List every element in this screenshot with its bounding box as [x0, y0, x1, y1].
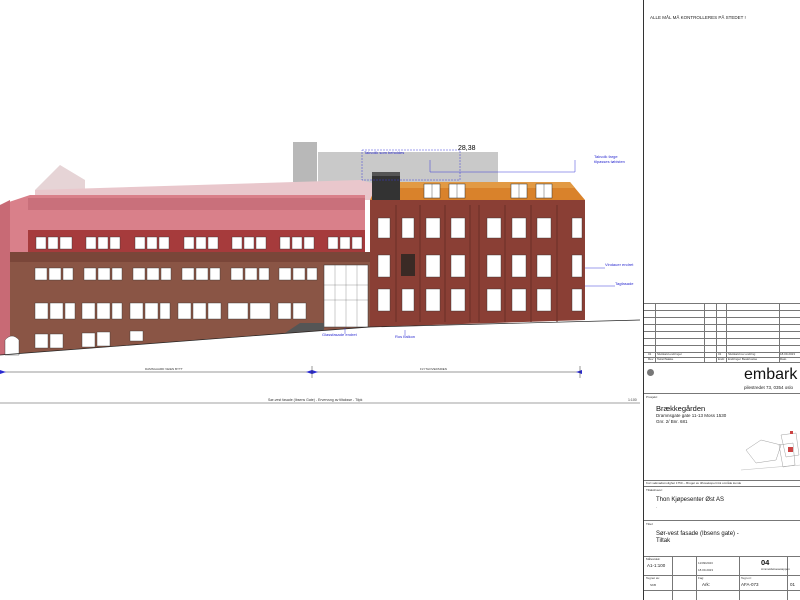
callout-glass-facade: Glassfasade endret [322, 332, 357, 337]
client-name: Thon Kjøpesenter Øst AS [656, 497, 725, 503]
rev-r-header-date: Dato [780, 357, 787, 361]
site-map-thumbnail [741, 431, 800, 471]
company-address: pilestredet 73, 0354 oslo [744, 385, 794, 390]
rev-1-number: 01 [648, 352, 652, 356]
elevation-drawing: 28,38 Takvolik som beholdes Takvolk farg… [0, 0, 640, 600]
dimension-label-left: DAMSGAARD VEIEN BYTT [145, 367, 183, 371]
chimney-block [372, 172, 400, 200]
discipline-value: Ark: [702, 582, 711, 587]
drawing-type-note: Kort søknadsmulighet 1750 -- Bruget av t… [646, 481, 742, 485]
drawing-number: AFA-073 [741, 582, 759, 587]
verify-notice: ALLE MÅL MÅ KONTROLLERES PÅ STEDET ! [650, 15, 746, 20]
company-logo-dot-icon [647, 369, 654, 376]
callout-balcony: Ros balkon [395, 334, 416, 339]
drawing-scale-note: 1:100 [628, 398, 637, 402]
drawn-value: SKB [650, 583, 657, 587]
existing-stair-tower [293, 142, 317, 182]
title-line-2: Tiltak [656, 538, 671, 544]
dimension-label-right: FLYTHOVEDSIDEN [420, 367, 447, 371]
revision-number: 01 [790, 582, 796, 587]
project-label: Prosjekt: [646, 395, 658, 399]
phase-number: 04 [761, 558, 770, 567]
rev-header-desc: Tekst/Nakke [657, 357, 674, 361]
discipline-label: Fag: [698, 576, 705, 580]
callout-roof-top: Takvolik som beholdes [364, 150, 405, 155]
rev-r-1-date: 18.09.2023 [780, 352, 796, 356]
balcony-door [401, 254, 415, 276]
rev-r-1-number: 01 [718, 352, 722, 356]
callout-window-change: Vindauer endret [605, 262, 634, 267]
title-label: Tittel: [646, 522, 654, 526]
company-name: embark [744, 366, 798, 383]
phase-label: Ammeldelsesetappen [761, 567, 790, 571]
rev-r-1-desc: Sluttkald rev endring [728, 352, 756, 356]
project-gnr: Gnr. 2/ Bnr. 681 [656, 419, 688, 424]
project-name: Brækkegården [656, 404, 706, 413]
facade-elevation-svg [0, 142, 640, 404]
elevation-mark: 28,38 [458, 145, 476, 152]
title-block: ALLE MÅL MÅ KONTROLLERES PÅ STEDET ! 01 … [643, 0, 800, 600]
callout-roof-facade: Tagfasade [615, 281, 634, 286]
client-label: Tiltakshaver: [646, 488, 663, 492]
rev-1-desc: Sluttkald endringer [657, 352, 683, 356]
callout-facade-color-2: tilpasses tøbisten [594, 159, 625, 164]
date-1: 11/09/2023 [698, 561, 713, 565]
project-address: Dramnsgate gate 11-13 Moss 1530 [656, 413, 727, 418]
drawing-number-label: Tegn.nr: [741, 576, 752, 580]
drawn-label: Tegnet av: [646, 576, 660, 580]
drawing-caption: Sør-vest fasade (Ibsens Gate) - Ervervsn… [268, 398, 363, 402]
rev-r-header-number: Endr. [718, 357, 726, 361]
title-line-1: Sør-vest fasade (Ibsens gate) - [656, 531, 739, 537]
rev-header-number: Rev [648, 357, 654, 361]
arched-door [4, 335, 20, 356]
scale-value: A1-1:100 [647, 563, 666, 568]
date-2: 18.09.2023 [698, 568, 714, 572]
rev-r-header-desc: Endringer Beskrivelse [728, 357, 758, 361]
scale-label: Målestokk: [646, 557, 661, 561]
